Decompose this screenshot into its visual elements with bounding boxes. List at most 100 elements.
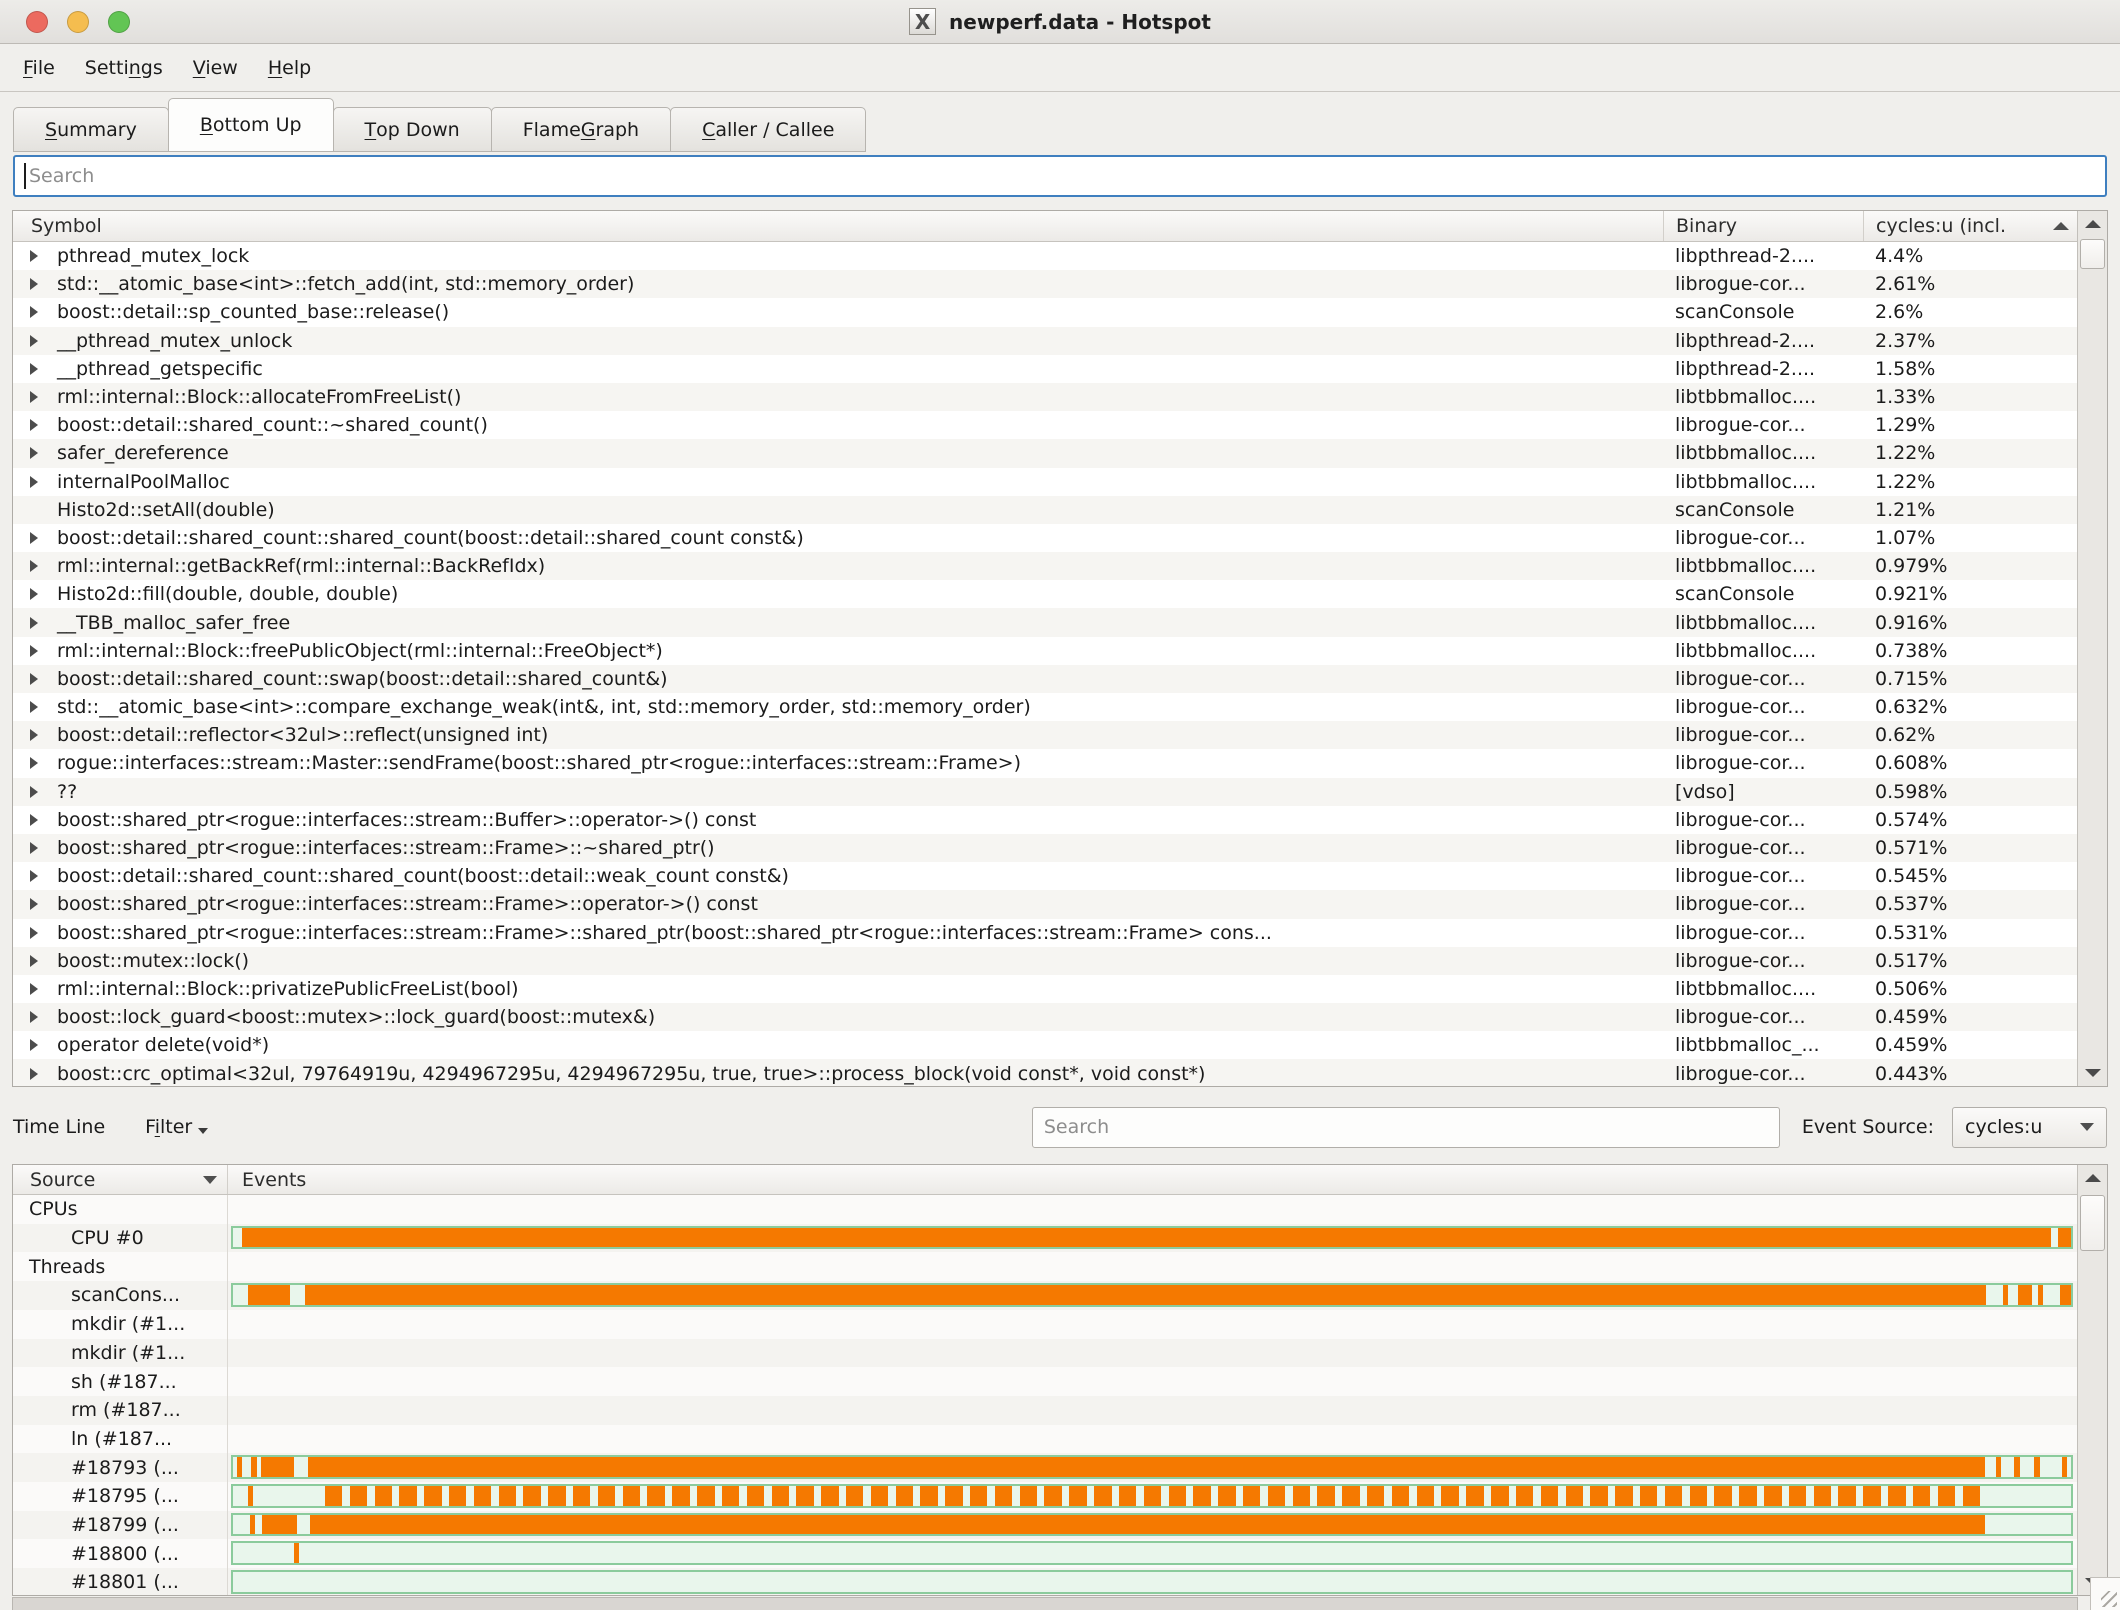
scroll-down-button[interactable] (2078, 1060, 2107, 1086)
timeline-events-cell[interactable] (228, 1511, 2077, 1540)
timeline-row[interactable]: scanCons... (13, 1281, 2077, 1310)
expander-icon[interactable] (30, 363, 38, 375)
table-row[interactable]: __TBB_malloc_safer_freelibtbbmalloc....0… (13, 608, 2077, 636)
expander-icon[interactable] (30, 673, 38, 685)
expander-icon[interactable] (30, 701, 38, 713)
timeline-bar[interactable] (231, 1455, 2073, 1479)
tab-bottom-up[interactable]: Bottom Up (168, 98, 334, 152)
symbol-search-input[interactable]: Search (13, 155, 2107, 197)
timeline-bar[interactable] (231, 1541, 2073, 1565)
timeline-source-cell[interactable]: #18800 (... (13, 1539, 228, 1568)
expander-icon[interactable] (30, 617, 38, 629)
expander-icon[interactable] (30, 786, 38, 798)
timeline-events-cell[interactable] (228, 1310, 2077, 1339)
expander-icon[interactable] (30, 1068, 38, 1080)
column-header-symbol[interactable]: Symbol (13, 211, 1663, 241)
expander-icon[interactable] (30, 1011, 38, 1023)
timeline-scrollbar[interactable] (2077, 1165, 2107, 1595)
table-row[interactable]: boost::detail::reflector<32ul>::reflect(… (13, 721, 2077, 749)
expander-icon[interactable] (30, 447, 38, 459)
expander-icon[interactable] (30, 419, 38, 431)
table-row[interactable]: boost::detail::sp_counted_base::release(… (13, 298, 2077, 326)
menu-item-settings[interactable]: Settings (70, 57, 178, 79)
timeline-row[interactable]: #18793 (... (13, 1453, 2077, 1482)
table-row[interactable]: boost::shared_ptr<rogue::interfaces::str… (13, 890, 2077, 918)
expander-icon[interactable] (30, 955, 38, 967)
table-row[interactable]: boost::detail::shared_count::shared_coun… (13, 524, 2077, 552)
table-row[interactable]: __pthread_mutex_unlocklibpthread-2....2.… (13, 327, 2077, 355)
timeline-source-cell[interactable]: #18793 (... (13, 1453, 228, 1482)
table-row[interactable]: rogue::interfaces::stream::Master::sendF… (13, 749, 2077, 777)
table-row[interactable]: rml::internal::Block::freePublicObject(r… (13, 637, 2077, 665)
table-row[interactable]: boost::crc_optimal<32ul, 79764919u, 4294… (13, 1059, 2077, 1086)
table-row[interactable]: boost::lock_guard<boost::mutex>::lock_gu… (13, 1003, 2077, 1031)
timeline-events-cell[interactable] (228, 1568, 2077, 1595)
expander-icon[interactable] (30, 927, 38, 939)
timeline-row[interactable]: CPU #0 (13, 1224, 2077, 1253)
event-source-dropdown[interactable]: cycles:u (1952, 1107, 2107, 1148)
timeline-events-cell[interactable] (228, 1195, 2077, 1224)
expander-icon[interactable] (30, 1039, 38, 1051)
table-row[interactable]: boost::shared_ptr<rogue::interfaces::str… (13, 919, 2077, 947)
timeline-row[interactable]: rm (#187... (13, 1396, 2077, 1425)
timeline-source-cell[interactable]: CPUs (13, 1195, 228, 1224)
expander-icon[interactable] (30, 532, 38, 544)
column-header-cycles[interactable]: cycles:u (incl. (1863, 211, 2077, 241)
tab-caller-callee[interactable]: Caller / Callee (670, 107, 866, 152)
timeline-events-cell[interactable] (228, 1482, 2077, 1511)
timeline-events-cell[interactable] (228, 1252, 2077, 1281)
timeline-row[interactable]: #18800 (... (13, 1539, 2077, 1568)
scroll-up-button[interactable] (2078, 1165, 2107, 1191)
table-row[interactable]: boost::detail::shared_count::swap(boost:… (13, 665, 2077, 693)
table-row[interactable]: boost::detail::shared_count::~shared_cou… (13, 411, 2077, 439)
scroll-up-button[interactable] (2078, 211, 2107, 237)
table-row[interactable]: boost::shared_ptr<rogue::interfaces::str… (13, 834, 2077, 862)
timeline-source-cell[interactable]: Threads (13, 1252, 228, 1281)
tab-flame-graph[interactable]: Flame Graph (491, 107, 671, 152)
expander-icon[interactable] (30, 757, 38, 769)
expander-icon[interactable] (30, 476, 38, 488)
timeline-source-cell[interactable]: sh (#187... (13, 1367, 228, 1396)
expander-icon[interactable] (30, 335, 38, 347)
table-row[interactable]: operator delete(void*)libtbbmalloc_...0.… (13, 1031, 2077, 1059)
expander-icon[interactable] (30, 306, 38, 318)
filter-button[interactable]: Filter (143, 1116, 208, 1138)
close-button[interactable] (26, 11, 48, 33)
timeline-events-cell[interactable] (228, 1425, 2077, 1454)
tab-top-down[interactable]: Top Down (333, 107, 492, 152)
timeline-source-cell[interactable]: rm (#187... (13, 1396, 228, 1425)
timeline-row[interactable]: #18801 (... (13, 1568, 2077, 1595)
expander-icon[interactable] (30, 898, 38, 910)
table-row[interactable]: Histo2d::setAll(double)scanConsole1.21% (13, 496, 2077, 524)
timeline-row[interactable]: ln (#187... (13, 1425, 2077, 1454)
timeline-events-cell[interactable] (228, 1224, 2077, 1253)
expander-icon[interactable] (30, 560, 38, 572)
expander-icon[interactable] (30, 870, 38, 882)
table-row[interactable]: ??[vdso]0.598% (13, 778, 2077, 806)
expander-icon[interactable] (30, 278, 38, 290)
timeline-source-cell[interactable]: #18799 (... (13, 1511, 228, 1540)
column-header-binary[interactable]: Binary (1663, 211, 1863, 241)
menu-item-view[interactable]: View (178, 57, 253, 79)
table-row[interactable]: Histo2d::fill(double, double, double)sca… (13, 580, 2077, 608)
expander-icon[interactable] (30, 250, 38, 262)
timeline-bar[interactable] (231, 1484, 2073, 1508)
expander-icon[interactable] (30, 729, 38, 741)
timeline-row[interactable]: CPUs (13, 1195, 2077, 1224)
timeline-events-cell[interactable] (228, 1396, 2077, 1425)
expander-icon[interactable] (30, 842, 38, 854)
table-row[interactable]: rml::internal::getBackRef(rml::internal:… (13, 552, 2077, 580)
tab-summary[interactable]: Summary (13, 107, 169, 152)
timeline-row[interactable]: mkdir (#1... (13, 1310, 2077, 1339)
table-row[interactable]: internalPoolMalloclibtbbmalloc....1.22% (13, 468, 2077, 496)
table-row[interactable]: boost::detail::shared_count::shared_coun… (13, 862, 2077, 890)
timeline-source-cell[interactable]: #18801 (... (13, 1568, 228, 1595)
table-row[interactable]: __pthread_getspecificlibpthread-2....1.5… (13, 355, 2077, 383)
timeline-row[interactable]: #18795 (... (13, 1482, 2077, 1511)
timeline-events-cell[interactable] (228, 1367, 2077, 1396)
timeline-row[interactable]: sh (#187... (13, 1367, 2077, 1396)
timeline-source-cell[interactable]: mkdir (#1... (13, 1310, 228, 1339)
scrollbar-thumb[interactable] (2080, 239, 2105, 269)
expander-icon[interactable] (30, 983, 38, 995)
resize-corner[interactable] (2090, 1577, 2120, 1610)
